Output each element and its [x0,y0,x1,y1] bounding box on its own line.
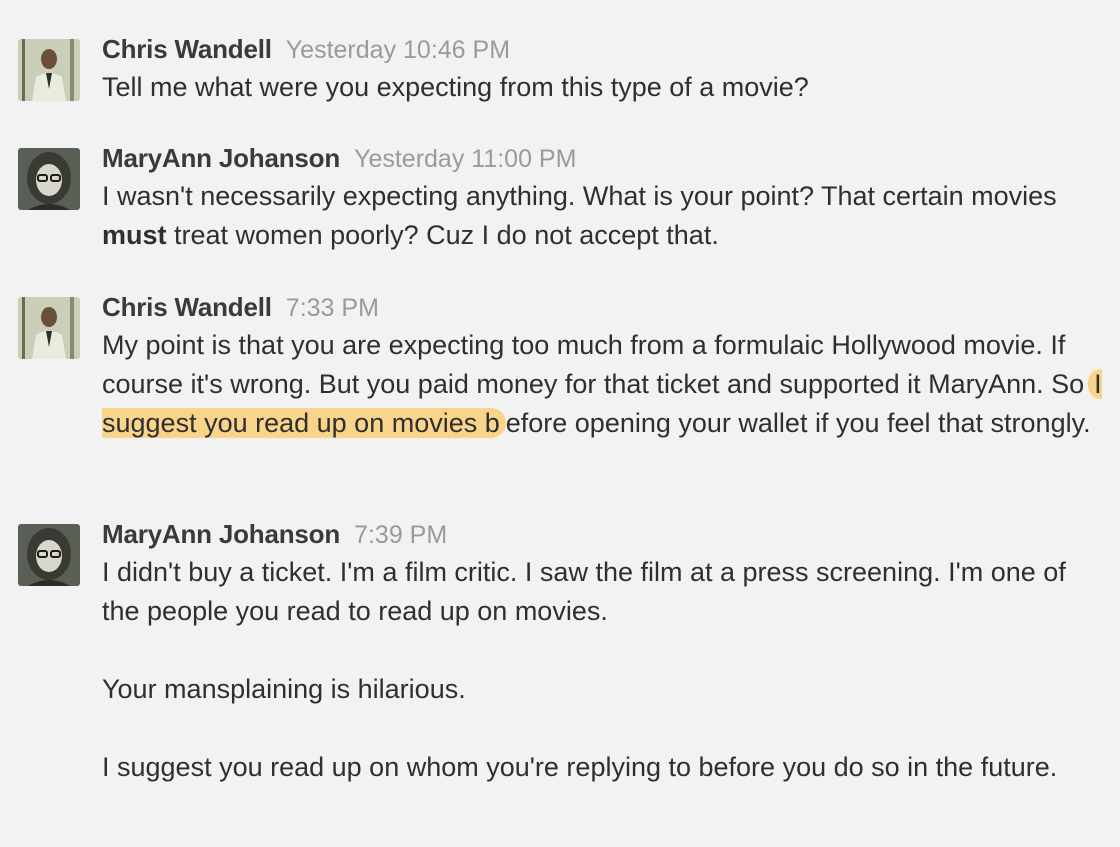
comment-paragraph: Your mansplaining is hilarious. [102,674,466,704]
author-name[interactable]: Chris Wandell [102,34,272,64]
avatar-chris-wandell[interactable] [18,39,80,101]
woman-portrait-icon [18,524,80,586]
text-segment: My point is that you are expecting too m… [102,330,1085,399]
comment-meta: Chris Wandell Yesterday 10:46 PM [102,30,1102,68]
timestamp[interactable]: 7:39 PM [354,521,447,549]
comment-meta: Chris Wandell 7:33 PM [102,288,1102,326]
comment-thread: Chris Wandell Yesterday 10:46 PM Tell me … [0,0,1120,847]
comment-paragraph: I suggest you read up on whom you're rep… [102,752,1058,782]
text-segment: efore opening your wallet if you feel th… [505,408,1091,438]
comment-meta: MaryAnn Johanson 7:39 PM [102,515,1102,553]
comment-meta: MaryAnn Johanson Yesterday 11:00 PM [102,139,1102,177]
avatar-maryann-johanson[interactable] [18,524,80,586]
timestamp[interactable]: Yesterday 10:46 PM [286,36,510,64]
avatar-maryann-johanson[interactable] [18,148,80,210]
man-portrait-icon [18,297,80,359]
comment-paragraph: I didn't buy a ticket. I'm a film critic… [102,557,1066,626]
woman-portrait-icon [18,148,80,210]
timestamp[interactable]: Yesterday 11:00 PM [354,145,576,173]
comment-text: I wasn't necessarily expecting anything.… [102,177,1102,255]
comment-text: My point is that you are expecting too m… [102,326,1102,443]
man-portrait-icon [18,39,80,101]
avatar-chris-wandell[interactable] [18,297,80,359]
bold-text: must [102,220,167,250]
author-name[interactable]: MaryAnn Johanson [102,519,340,549]
author-name[interactable]: Chris Wandell [102,292,272,322]
author-name[interactable]: MaryAnn Johanson [102,143,340,173]
comment-text: I didn't buy a ticket. I'm a film critic… [102,553,1102,787]
comment-text: Tell me what were you expecting from thi… [102,72,809,102]
timestamp[interactable]: 7:33 PM [286,294,379,322]
text-segment: I wasn't necessarily expecting anything.… [102,181,1057,211]
text-segment: treat women poorly? Cuz I do not accept … [166,220,719,250]
